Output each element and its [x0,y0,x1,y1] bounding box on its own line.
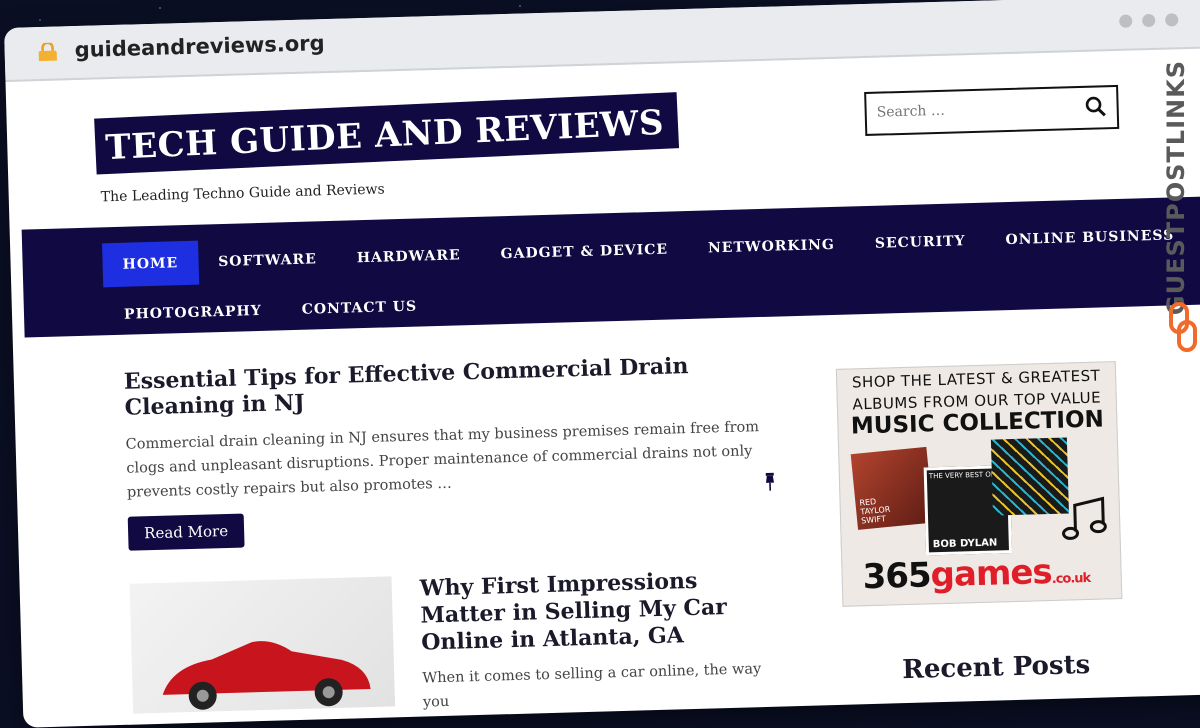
site-title[interactable]: TECH GUIDE AND REVIEWS [105,103,665,168]
album-cover-red-label: RED TAYLOR SWIFT [859,497,891,526]
ad-line-1a: SHOP THE LATEST & GREATEST [851,366,1101,392]
main-navigation: HOME SOFTWARE HARDWARE GADGET & DEVICE N… [21,196,1200,338]
post-card-2: Why First Impressions Matter in Selling … [129,565,794,723]
lock-icon [38,42,57,62]
nav-item-photography[interactable]: PHOTOGRAPHY [103,288,282,337]
window-controls [1119,13,1179,28]
recent-posts-heading: Recent Posts [901,649,1091,686]
music-note-icon [1062,496,1107,540]
post-title-2[interactable]: Why First Impressions Matter in Selling … [419,566,781,657]
post-excerpt-1: Commercial drain cleaning in NJ ensures … [125,419,760,501]
window-dot-3[interactable] [1165,13,1179,27]
nav-item-gadget-device[interactable]: GADGET & DEVICE [480,227,689,277]
post-title-1[interactable]: Essential Tips for Effective Commercial … [124,351,775,421]
ad-brand-tld: .co.uk [1051,570,1091,587]
post-2-text: Why First Impressions Matter in Selling … [419,566,783,715]
music-collection-ad[interactable]: SHOP THE LATEST & GREATEST ALBUMS FROM O… [835,361,1123,607]
album-cover-years-years [990,437,1069,516]
nav-item-home[interactable]: HOME [102,240,199,288]
url-text[interactable]: guideandreviews.org [74,31,325,62]
ad-brand-number: 365 [862,555,932,598]
album-cover-red: RED TAYLOR SWIFT [850,446,934,530]
ad-brand-word: games [930,551,1053,596]
nav-item-software[interactable]: SOFTWARE [198,237,338,285]
red-car-image [162,641,371,710]
web-page: TECH GUIDE AND REVIEWS The Leading Techn… [6,48,1200,728]
search-input[interactable] [874,88,1080,132]
site-logo[interactable]: TECH GUIDE AND REVIEWS [94,92,680,175]
window-dot-2[interactable] [1142,13,1156,28]
post-thumbnail-red-car[interactable] [129,576,396,714]
album-cover-dylan-top: THE VERY BEST OF [928,470,995,481]
search-box[interactable] [864,84,1120,136]
nav-item-security[interactable]: SECURITY [854,219,986,267]
album-cover-dylan-bottom: BOB DYLAN [932,537,998,551]
post-card-1: Essential Tips for Effective Commercial … [124,351,779,551]
window-dot-1[interactable] [1119,14,1133,28]
link-chain-icon [1169,302,1197,352]
ad-brand-logo: 365games.co.uk [862,551,1090,597]
nav-item-networking[interactable]: NETWORKING [687,222,855,271]
browser-window: guideandreviews.org TECH GUIDE AND REVIE… [4,0,1200,728]
nav-item-contact-us[interactable]: CONTACT US [281,284,438,332]
nav-row-1: HOME SOFTWARE HARDWARE GADGET & DEVICE N… [102,213,1195,288]
read-more-button[interactable]: Read More [127,513,245,551]
search-icon[interactable] [1084,95,1107,118]
post-excerpt-2: When it comes to selling a car online, t… [422,661,762,711]
site-tagline: The Leading Techno Guide and Reviews [100,181,385,206]
pin-icon [765,472,774,491]
nav-row-2: PHOTOGRAPHY CONTACT US [103,284,437,337]
guestpostlinks-watermark: GUESTPOSTLINKS [1162,60,1190,316]
nav-item-hardware[interactable]: HARDWARE [336,233,481,281]
